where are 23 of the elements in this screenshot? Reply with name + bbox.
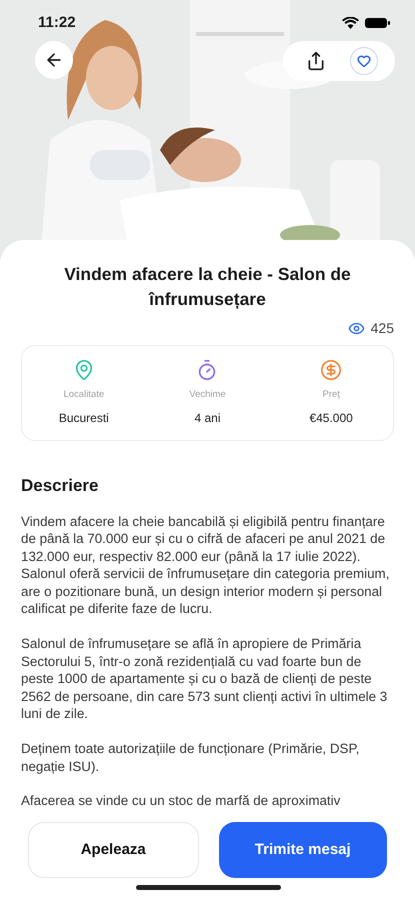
favorite-button[interactable] [350, 47, 378, 75]
fact-label: Preț [322, 388, 340, 402]
fact-label: Localitate [63, 388, 104, 402]
dollar-coin-icon [320, 359, 342, 382]
views-icon [348, 320, 365, 337]
description-paragraph: Afacerea se vinde cu un stoc de marfă de aproximativ [21, 792, 342, 810]
share-icon [306, 51, 326, 71]
section-heading: Descriere [21, 475, 100, 497]
fact-label: Vechime [189, 388, 226, 402]
listing-title: Vindem afacere la cheie - Salon de înfrumusețare [63, 263, 352, 311]
call-button[interactable]: Apeleaza [28, 822, 198, 878]
status-time: 11:22 [38, 13, 76, 33]
views-count: 425 [370, 319, 394, 338]
fact-value: €45.000 [309, 410, 353, 427]
send-message-button[interactable]: Trimite mesaj [218, 822, 387, 878]
description-paragraph: Deținem toate autorizațiile de funcționare (Primărie, DSP, negație ISU). [21, 740, 360, 776]
description-paragraph: Vindem afacere la cheie bancabilă și eligibilă pentru finanțare de până la 70.000 eur și cu o cifră de afaceri pe anul 2021 de 132.000 eur, respectiv 82.000 eur (până la 17 iulie 2022). Salonul oferă servicii de înfrumusețare din categoria premium, are o pozitionare bună, un design interior modern și personal calificat pe diferite faze de lucru. [21, 512, 390, 618]
battery-icon [365, 17, 391, 30]
fact-value: Bucuresti [58, 410, 109, 427]
description-paragraph: Salonul de înfrumusețare se află în apropiere de Primăria Sectorului 5, într-o zonă rezidențială cu vad foarte bun de peste 1000 de apartamente și cu o bază de clienți de peste 2562 de persoane, din care 573 sunt clienți activi în ultimele 3 luni de zile. [21, 635, 388, 724]
fact-value: 4 ani [194, 410, 220, 427]
wifi-icon [342, 17, 359, 30]
heart-icon [356, 54, 370, 68]
